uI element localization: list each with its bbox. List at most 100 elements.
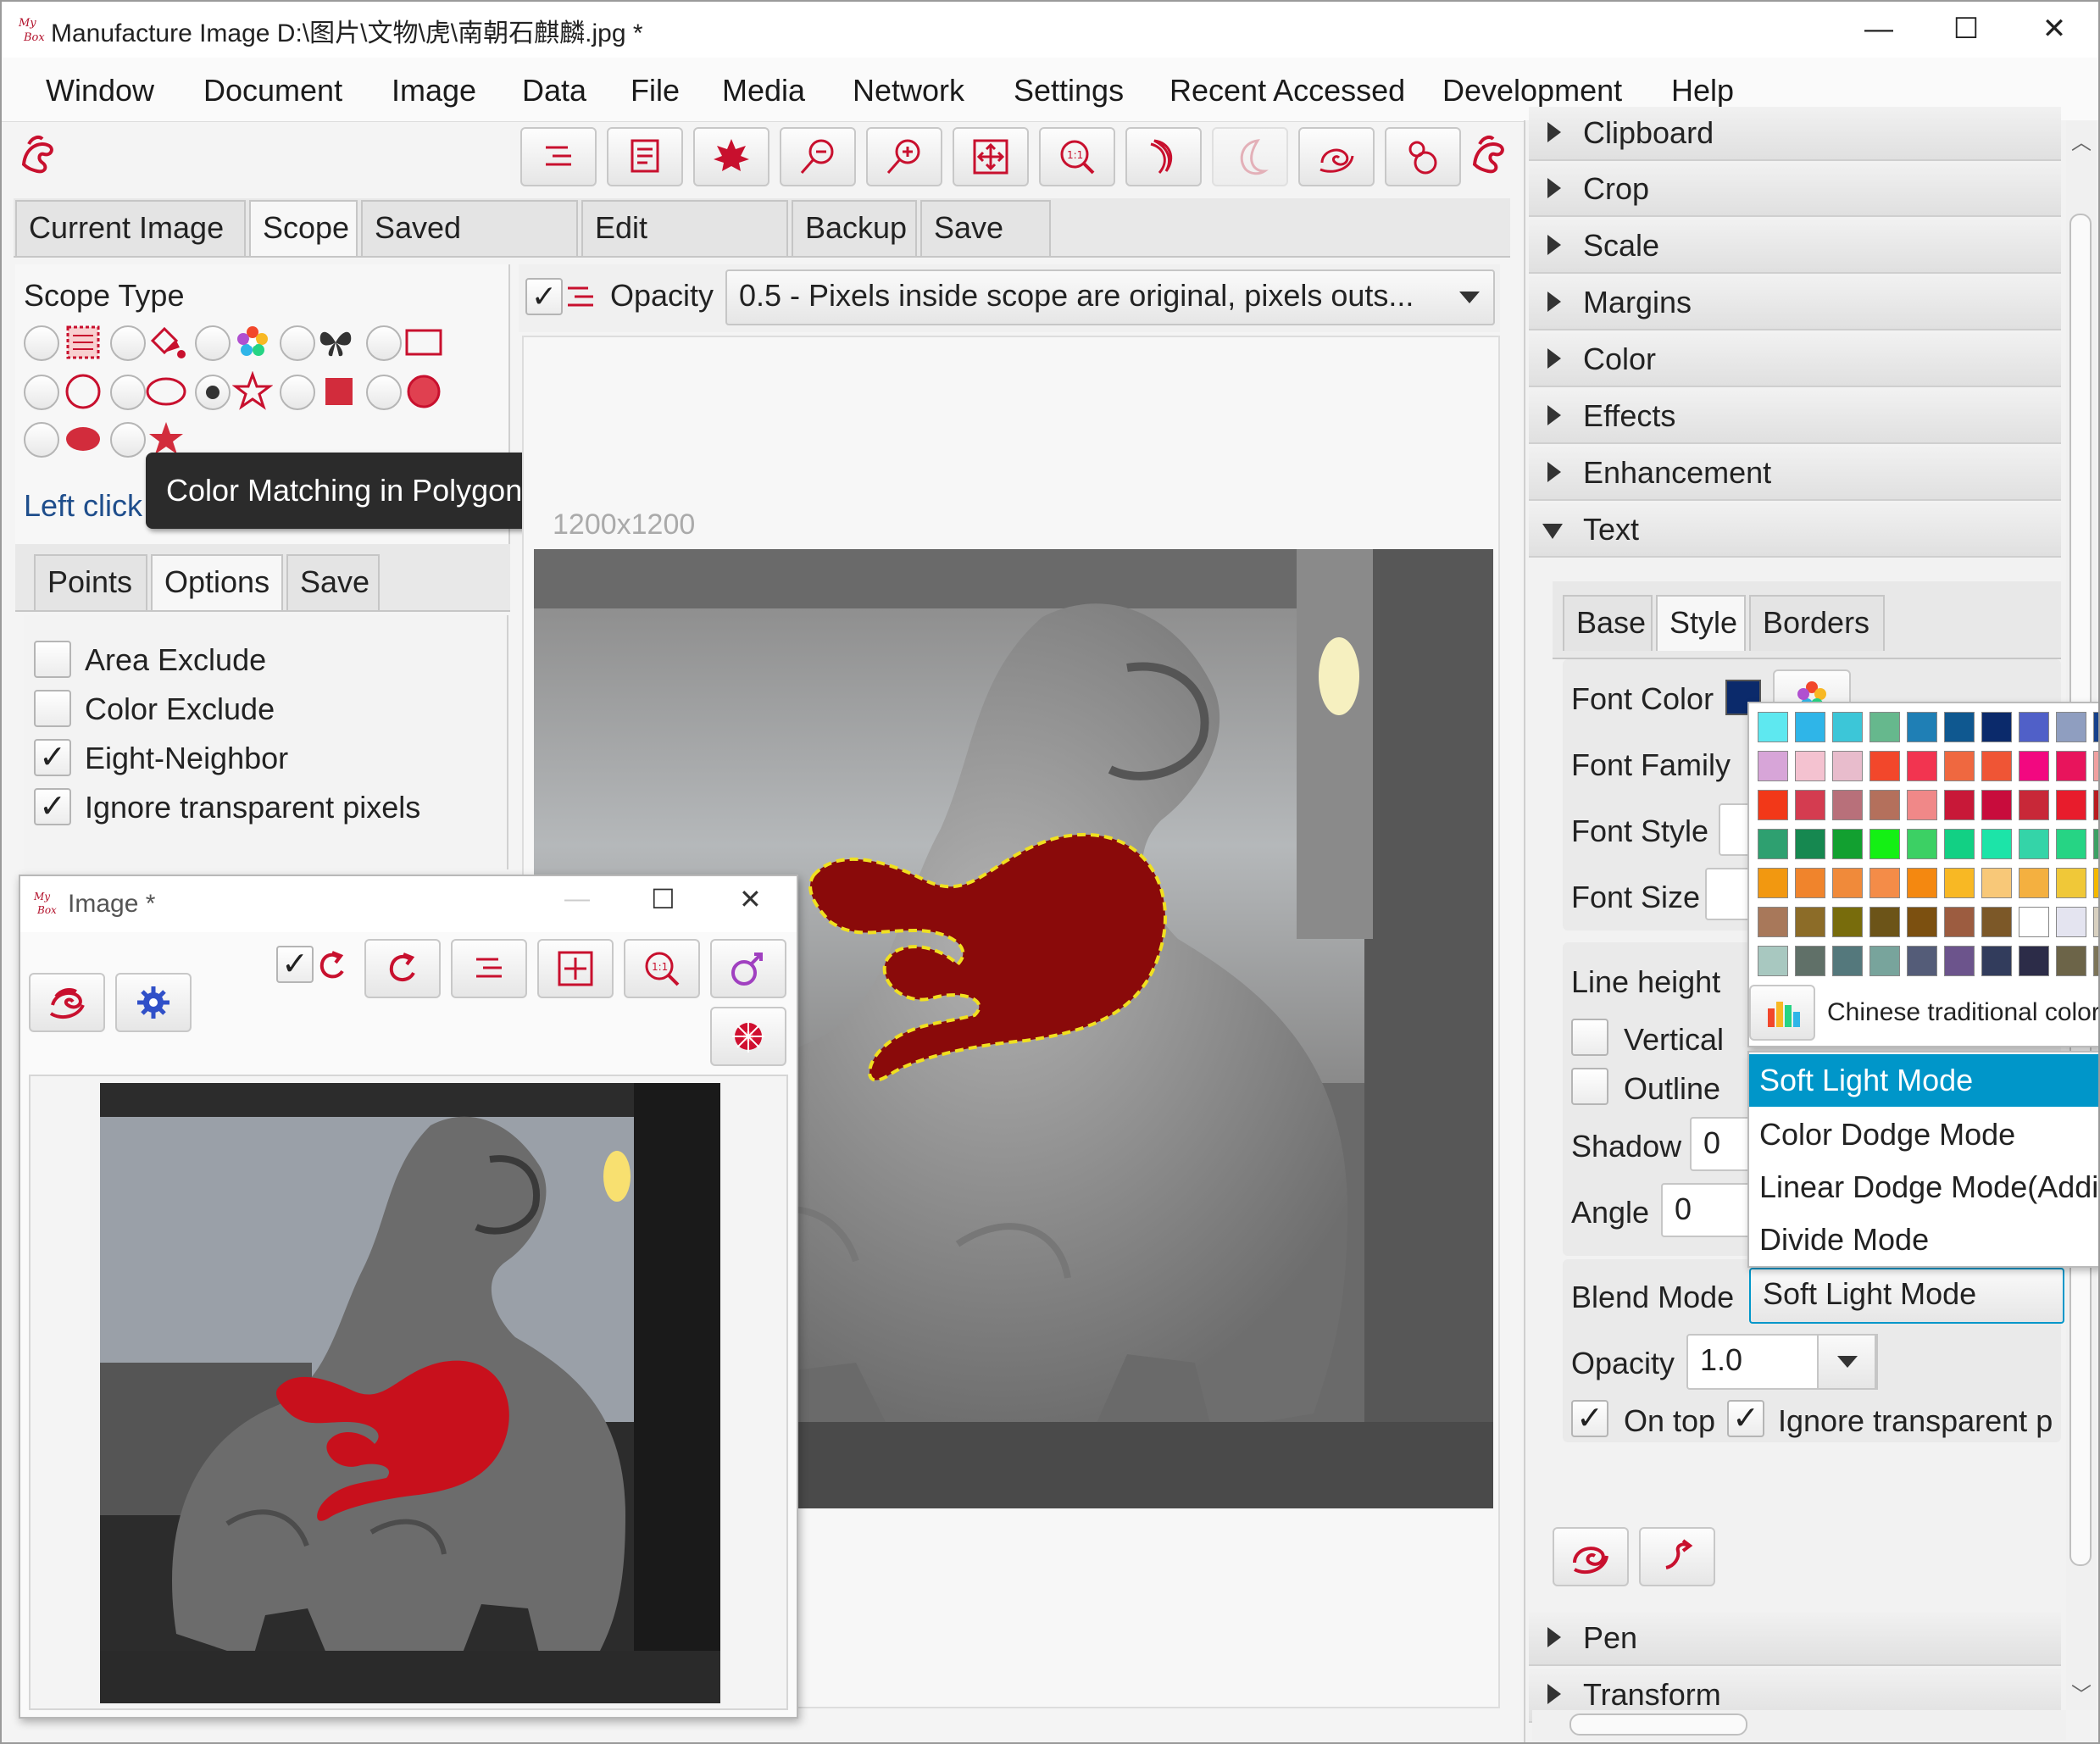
color-swatch[interactable]: [1981, 907, 2012, 937]
color-swatch[interactable]: [1795, 712, 1825, 742]
color-swatch[interactable]: [1944, 868, 1975, 898]
blend-mode-select[interactable]: Soft Light Mode: [1749, 1268, 2064, 1324]
menu-data[interactable]: Data: [522, 73, 586, 108]
color-swatch[interactable]: [2019, 790, 2049, 820]
color-swatch[interactable]: [1907, 907, 1937, 937]
zoom-original-button[interactable]: 1:1: [624, 939, 700, 998]
pop-button[interactable]: [710, 939, 786, 998]
color-swatch[interactable]: [2056, 712, 2086, 742]
on-top-checkbox[interactable]: ✓: [1571, 1400, 1608, 1437]
menu-settings[interactable]: Settings: [1014, 73, 1124, 108]
font-size-select[interactable]: [1705, 868, 1753, 920]
color-swatch[interactable]: [1944, 790, 1975, 820]
color-swatch[interactable]: [2093, 946, 2098, 976]
color-swatch[interactable]: [2019, 868, 2049, 898]
eight-neighbor-checkbox[interactable]: ✓: [34, 739, 71, 776]
accordion-pen[interactable]: Pen: [1529, 1612, 2061, 1666]
blend-option-divide[interactable]: Divide Mode: [1749, 1214, 2098, 1266]
menu-lines-button[interactable]: [520, 127, 597, 186]
image-window-close[interactable]: ✕: [739, 883, 762, 915]
chinese-colors-button[interactable]: [1749, 985, 1815, 1041]
image-window-minimize[interactable]: —: [564, 885, 590, 914]
color-swatch[interactable]: [1869, 907, 1900, 937]
color-swatch[interactable]: [2019, 712, 2049, 742]
refresh-button[interactable]: [364, 939, 441, 998]
color-swatch[interactable]: [2056, 829, 2086, 859]
scroll-down-icon[interactable]: ﹀: [2071, 1678, 2092, 1708]
scope-radio-circle[interactable]: [24, 375, 59, 410]
tab-backup[interactable]: Backup: [792, 200, 917, 256]
color-swatch[interactable]: [2019, 829, 2049, 859]
color-swatch[interactable]: [1869, 946, 1900, 976]
scope-radio-polygon[interactable]: [195, 375, 231, 410]
color-swatch[interactable]: [1795, 829, 1825, 859]
moon-button[interactable]: [1212, 127, 1288, 186]
scope-radio-all[interactable]: [24, 325, 59, 361]
image-window-check[interactable]: ✓: [276, 946, 314, 983]
scope-radio-rectangle[interactable]: [366, 325, 402, 361]
scroll-up-icon[interactable]: ︿: [2071, 125, 2092, 155]
tab-save-as[interactable]: Save As: [920, 200, 1051, 297]
color-swatch[interactable]: [1758, 868, 1788, 898]
color-swatch[interactable]: [2093, 751, 2098, 781]
moon-curve-button[interactable]: [1125, 127, 1202, 186]
accordion-enhancement[interactable]: Enhancement: [1529, 447, 2061, 501]
color-swatch[interactable]: [2093, 868, 2098, 898]
swirl-button[interactable]: [1298, 127, 1375, 186]
tab-borders[interactable]: Borders: [1749, 595, 1885, 651]
tab-options[interactable]: Options: [151, 554, 283, 610]
blend-option-color-dodge[interactable]: Color Dodge Mode: [1749, 1108, 2098, 1161]
tab-edit-histories[interactable]: Edit Histories: [581, 200, 788, 297]
color-swatch[interactable]: [1832, 712, 1863, 742]
color-swatch[interactable]: [1832, 751, 1863, 781]
color-swatch[interactable]: [1907, 946, 1937, 976]
color-swatch[interactable]: [1869, 868, 1900, 898]
flower-button[interactable]: [710, 1007, 786, 1066]
color-swatch[interactable]: [2056, 907, 2086, 937]
color-swatch[interactable]: [1758, 790, 1788, 820]
tab-scope[interactable]: Scope: [249, 200, 358, 256]
horizontal-scrollbar-thumb[interactable]: [1569, 1713, 1747, 1736]
settings-button[interactable]: [115, 973, 192, 1032]
color-swatch[interactable]: [1758, 946, 1788, 976]
menu-network[interactable]: Network: [853, 73, 964, 108]
scope-radio-color-matching[interactable]: [110, 325, 146, 361]
color-swatch[interactable]: [1944, 907, 1975, 937]
color-exclude-checkbox[interactable]: [34, 690, 71, 727]
fit-frame-button[interactable]: [953, 127, 1029, 186]
zoom-in-button[interactable]: [866, 127, 942, 186]
tab-base[interactable]: Base: [1563, 595, 1653, 651]
vertical-checkbox[interactable]: [1571, 1019, 1608, 1056]
color-swatch[interactable]: [1795, 946, 1825, 976]
scope-radio-square-color[interactable]: [280, 375, 315, 410]
color-swatch[interactable]: [2019, 946, 2049, 976]
accordion-margins[interactable]: Margins: [1529, 276, 2061, 330]
tab-current-image[interactable]: Current Image: [15, 200, 246, 256]
tab-saved-scopes[interactable]: Saved Scopes: [361, 200, 578, 297]
color-swatch[interactable]: [2093, 829, 2098, 859]
maple-leaf-button[interactable]: [693, 127, 769, 186]
color-swatch[interactable]: [1869, 751, 1900, 781]
color-swatch[interactable]: [2056, 868, 2086, 898]
menu-development[interactable]: Development: [1442, 73, 1622, 108]
color-swatch[interactable]: [2019, 751, 2049, 781]
color-swatch[interactable]: [1758, 907, 1788, 937]
edit-note-button[interactable]: [607, 127, 683, 186]
accordion-text[interactable]: Text: [1529, 503, 2061, 558]
close-button[interactable]: ✕: [2029, 7, 2080, 51]
pen-action-button[interactable]: [1639, 1527, 1715, 1586]
color-swatch[interactable]: [1981, 790, 2012, 820]
color-swatch[interactable]: [1907, 712, 1937, 742]
color-swatch[interactable]: [1832, 829, 1863, 859]
color-swatch[interactable]: [1795, 907, 1825, 937]
color-swatch[interactable]: [2056, 751, 2086, 781]
color-swatch[interactable]: [1832, 868, 1863, 898]
opacity-checkbox[interactable]: ✓: [525, 278, 563, 315]
color-swatch[interactable]: [2093, 790, 2098, 820]
accordion-color[interactable]: Color: [1529, 333, 2061, 387]
accordion-clipboard[interactable]: Clipboard: [1529, 107, 2061, 161]
menu-lines-button[interactable]: [451, 939, 527, 998]
tab-style[interactable]: Style: [1656, 595, 1746, 651]
color-swatch[interactable]: [1869, 712, 1900, 742]
fit-frame-button[interactable]: [537, 939, 614, 998]
